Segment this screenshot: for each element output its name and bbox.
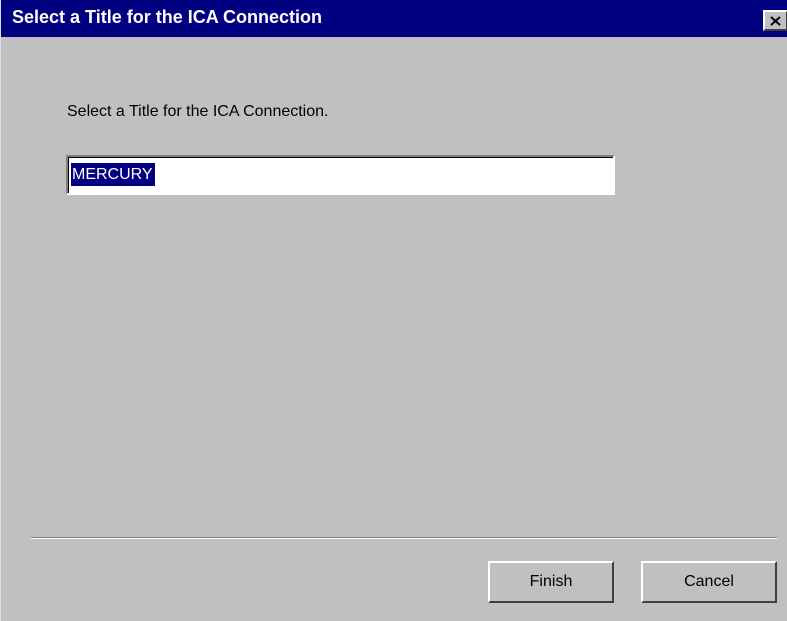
- close-icon: [770, 15, 781, 26]
- connection-title-input[interactable]: MERCURY: [66, 155, 615, 195]
- title-bar: Select a Title for the ICA Connection: [1, 0, 787, 37]
- close-button[interactable]: [763, 10, 787, 31]
- title-prompt-label: Select a Title for the ICA Connection.: [67, 103, 329, 120]
- window-title: Select a Title for the ICA Connection: [12, 7, 323, 27]
- finish-button[interactable]: Finish: [488, 561, 614, 603]
- ica-title-dialog: Select a Title for the ICA Connection Se…: [0, 0, 787, 621]
- selected-text: MERCURY: [71, 163, 155, 186]
- separator-line: [31, 537, 777, 539]
- cancel-button[interactable]: Cancel: [641, 561, 777, 603]
